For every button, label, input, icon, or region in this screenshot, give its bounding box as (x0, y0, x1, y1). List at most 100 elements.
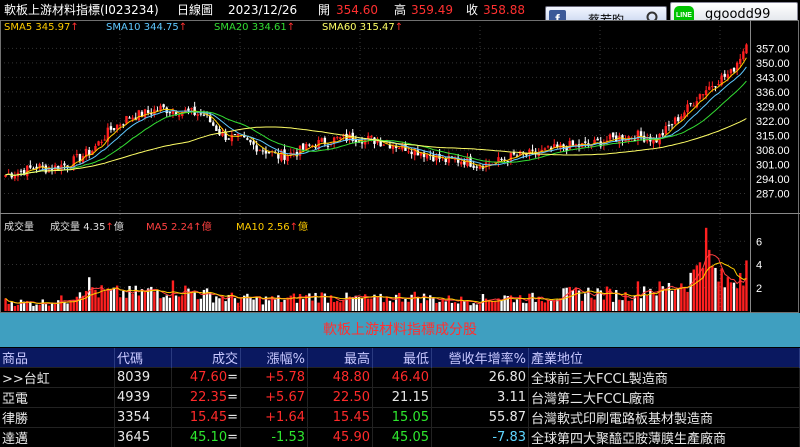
candle-body (104, 140, 106, 141)
cell-revenue-growth: -7.83 (432, 428, 529, 447)
volume-bar (410, 295, 412, 311)
volume-bar (454, 302, 456, 311)
volume-bar (352, 297, 354, 311)
candle-body (116, 125, 118, 130)
candle-body (717, 84, 719, 85)
table-row[interactable]: >>台虹803947.60=+5.7848.8046.4026.80全球前三大F… (0, 368, 800, 388)
volume-bar (658, 281, 660, 311)
volume-bar (249, 298, 251, 311)
table-row[interactable]: 亞電493922.35=+5.6722.5021.153.11台灣第二大FCCL… (0, 388, 800, 408)
volume-bar (693, 269, 695, 311)
volume-bar (237, 303, 239, 311)
candle-body (711, 86, 713, 87)
candle-body (544, 148, 546, 149)
volume-bar (631, 300, 633, 311)
volume-ma5: MA5 2.24↑億 (146, 218, 212, 233)
volume-ma10: MA10 2.56↑億 (236, 218, 308, 233)
candle-body (218, 129, 220, 135)
volume-bar (51, 303, 53, 311)
candle-body (200, 114, 202, 115)
volume-bar (218, 298, 220, 311)
candle-body (686, 104, 688, 112)
cell-code: 3645 (115, 428, 172, 447)
candle-body (215, 126, 217, 131)
volume-bar (547, 300, 549, 311)
candle-body (110, 126, 112, 130)
volume-bar (206, 288, 208, 311)
volume-bar (491, 301, 493, 311)
candle-body (420, 153, 422, 156)
volume-bar (38, 305, 40, 311)
volume-axis: 642 (756, 236, 762, 295)
candle-body (88, 150, 90, 155)
volume-bar (534, 302, 536, 311)
volume-bar (104, 291, 106, 311)
candle-body (702, 94, 704, 95)
candle-body (693, 106, 695, 107)
candle-body (131, 118, 133, 120)
volume-bar (572, 290, 574, 311)
candle-body (302, 144, 304, 150)
table-row[interactable]: 達邁364545.10=-1.5345.9045.05-7.83全球第四大聚醯亞… (0, 428, 800, 447)
chart-title: 軟板上游材料指標(I023234) (4, 0, 159, 20)
period-label: 日線圖 (177, 0, 213, 20)
volume-bar (739, 273, 741, 311)
volume-bar (727, 277, 729, 311)
candle-body (479, 166, 481, 169)
volume-bar (280, 302, 282, 311)
candle-body (262, 150, 264, 151)
candle-body (671, 124, 673, 125)
volume-bar (383, 302, 385, 311)
candle-body (336, 137, 338, 138)
volume-bar (317, 303, 319, 311)
price-tick-label: 357.00 (756, 43, 790, 55)
volume-bar (376, 297, 378, 311)
cell-industry-position: 台灣第二大FCCL廠商 (529, 388, 800, 408)
volume-bar (469, 305, 471, 311)
candle-body (190, 108, 192, 110)
volume-bar (736, 288, 738, 311)
candle-body (640, 131, 642, 136)
candle-body (410, 152, 412, 154)
col-header-product: 商品 (0, 348, 115, 368)
volume-value: 成交量 4.35↑億 (50, 218, 124, 233)
volume-bar (293, 294, 295, 311)
legend-sma5: SMA5 345.97↑ (4, 22, 79, 33)
volume-bar (76, 297, 78, 311)
volume-legend: 成交量 成交量 4.35↑億 MA5 2.24↑億 MA10 2.56↑億 (4, 218, 404, 232)
col-header-change: 漲幅% (241, 348, 308, 368)
cell-product: 律勝 (0, 408, 115, 428)
volume-bar (166, 295, 168, 311)
volume-bar (392, 302, 394, 311)
volume-bar (156, 291, 158, 311)
volume-bar (451, 303, 453, 311)
volume-tick-label: 6 (756, 236, 762, 248)
chart-area: 357.00350.00343.00336.00329.00322.00315.… (0, 20, 800, 313)
volume-bar (14, 306, 16, 311)
volume-bar (516, 299, 518, 311)
volume-bar (361, 298, 363, 311)
candle-body (255, 145, 257, 151)
candle-body (547, 146, 549, 147)
candle-body (674, 118, 676, 125)
volume-bar (197, 299, 199, 311)
volume-bar (11, 302, 13, 311)
volume-bar (745, 260, 747, 311)
legend-sma60: SMA60 315.47↑ (322, 22, 403, 33)
candle-body (246, 138, 248, 140)
candle-body (125, 116, 127, 124)
table-row[interactable]: 律勝335415.45=+1.6415.4515.0555.87台灣軟式印刷電路… (0, 408, 800, 428)
constituents-banner: 軟板上游材料指標成分股 (0, 313, 800, 347)
volume-bar (302, 299, 304, 311)
volume-bar (603, 300, 605, 311)
price-tick-label: 294.00 (756, 174, 790, 186)
volume-bar (677, 289, 679, 311)
volume-tick-label: 2 (756, 283, 762, 295)
high-value: 359.49 (411, 0, 453, 20)
volume-bar (57, 300, 59, 311)
volume-bar (42, 299, 44, 311)
candle-body (166, 108, 168, 113)
candle-body (252, 141, 254, 144)
volume-bar (414, 292, 416, 311)
volume-bar (212, 303, 214, 311)
